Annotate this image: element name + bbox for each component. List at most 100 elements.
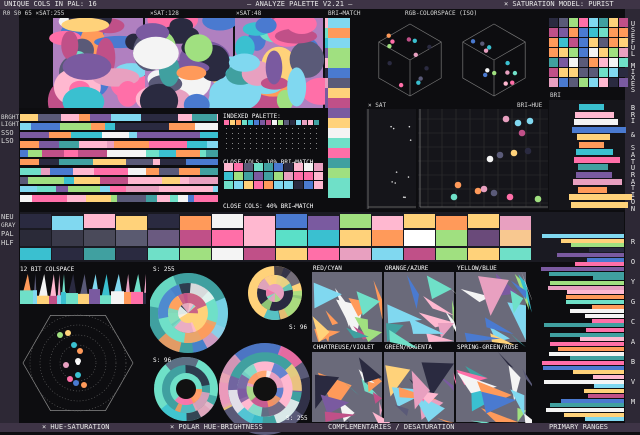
bri-bar <box>572 179 622 185</box>
mix-swatch <box>599 68 608 77</box>
stripe-cell <box>170 195 178 202</box>
stripe-cell <box>159 186 182 192</box>
neutral-swatch-top <box>404 214 435 228</box>
grid-dot <box>268 128 269 129</box>
grid-dot <box>316 133 317 134</box>
stripe-cell <box>100 186 110 192</box>
grid-dot <box>316 138 317 139</box>
close-col-swatch <box>274 172 283 180</box>
stripe-cell <box>160 159 186 165</box>
close-col-swatch <box>224 181 233 189</box>
primary-range-bar <box>550 332 624 337</box>
primary-range-bar <box>543 365 624 370</box>
grid-dot <box>286 143 287 144</box>
palette-swatch <box>296 120 301 125</box>
neutral-swatch <box>116 230 147 246</box>
mix-swatch <box>569 68 578 77</box>
neutral-swatch <box>148 230 179 246</box>
stripe-cell <box>217 114 218 121</box>
neutral-swatch-bottom <box>180 248 211 260</box>
primary-range-bar <box>587 257 624 262</box>
stripe-cell <box>20 132 49 138</box>
neutral-swatch-bottom <box>244 248 275 260</box>
palette-swatch <box>248 120 253 125</box>
primary-range-bar <box>592 318 624 323</box>
mix-swatch <box>599 38 608 47</box>
bri-bar <box>576 171 612 178</box>
sat255-label: R0 S0 65 ×SAT:255 <box>3 10 65 17</box>
grid-dot <box>286 148 287 149</box>
neutral-swatch-top <box>20 214 51 228</box>
s255-label-a: S: 255 <box>153 266 175 273</box>
stripe-cell <box>200 168 218 175</box>
palette-swatch <box>230 120 235 125</box>
mix-swatch <box>609 58 618 67</box>
s96-label-a: S: 96 <box>289 324 308 331</box>
grid-dot <box>226 143 227 144</box>
bri-match-label: BRI→MATCH <box>328 10 361 17</box>
mix-swatch <box>619 58 628 67</box>
stripe-cell <box>128 168 146 175</box>
grid-dot <box>244 133 245 134</box>
mix-swatch <box>559 38 568 47</box>
app-title: – ANALYZE PALETTE V2.21 – <box>247 0 353 8</box>
primary-range-bar <box>592 304 624 309</box>
close-col-swatch <box>264 181 273 189</box>
mix-swatch <box>549 28 558 37</box>
primary-range-bar <box>541 266 624 271</box>
mix-swatch <box>549 48 558 57</box>
stripe-cell <box>102 132 129 138</box>
vertical-letter: N <box>630 204 636 213</box>
stripe-cell <box>60 123 91 130</box>
stripe-cell <box>28 150 42 157</box>
stripe-cell <box>126 186 139 192</box>
grid-dot <box>304 133 305 134</box>
vertical-letter: M <box>630 398 636 406</box>
palette-swatch <box>308 120 313 125</box>
stripe-cell <box>67 195 86 202</box>
mix-swatch <box>609 38 618 47</box>
stripe-cell <box>50 168 62 175</box>
stripe-cell <box>64 150 78 157</box>
close-col-swatch <box>304 181 313 189</box>
stripe-cell <box>68 186 100 192</box>
grid-dot <box>250 143 251 144</box>
saturation-model-label[interactable]: × SATURATION MODEL: PURIST <box>504 0 614 9</box>
stripe-cell <box>158 141 187 148</box>
grid-dot <box>256 128 257 129</box>
mix-swatch <box>579 18 588 27</box>
primary-range-bar <box>584 389 624 394</box>
close-col-swatch <box>314 172 323 180</box>
primary-range-bar <box>573 370 624 375</box>
vertical-letter: A <box>630 338 636 346</box>
close-col-swatch <box>224 172 233 180</box>
sat48-label: ×SAT:48 <box>236 10 262 17</box>
neutral-swatch-bottom <box>116 248 147 260</box>
stripe-cell <box>64 177 74 184</box>
pal-label: PAL <box>1 230 14 238</box>
neutral-swatch-top <box>500 216 531 230</box>
stripe-cell <box>139 186 159 192</box>
mix-swatch <box>609 28 618 37</box>
grid-dot <box>274 128 275 129</box>
grid-dot <box>244 138 245 139</box>
grid-dot <box>304 143 305 144</box>
mix-swatch <box>549 18 558 27</box>
stripe-cell <box>93 159 126 165</box>
close-col-swatch <box>234 181 243 189</box>
yellow-blue-label: YELLOW/BLUE <box>457 265 497 272</box>
mix-swatch <box>589 58 598 67</box>
grid-dot <box>232 128 233 129</box>
primary-range-bar <box>550 342 624 347</box>
stripe-cell <box>114 141 149 148</box>
mix-swatch <box>549 68 558 77</box>
close-col-swatch <box>254 172 263 180</box>
mix-swatch <box>589 28 598 37</box>
mix-swatch <box>559 58 568 67</box>
primary-range-bar <box>585 313 624 318</box>
grid-dot <box>274 143 275 144</box>
mix-swatch <box>569 78 578 87</box>
stripe-cell <box>59 159 73 165</box>
stripe-cell <box>120 150 146 157</box>
grid-dot <box>226 138 227 139</box>
